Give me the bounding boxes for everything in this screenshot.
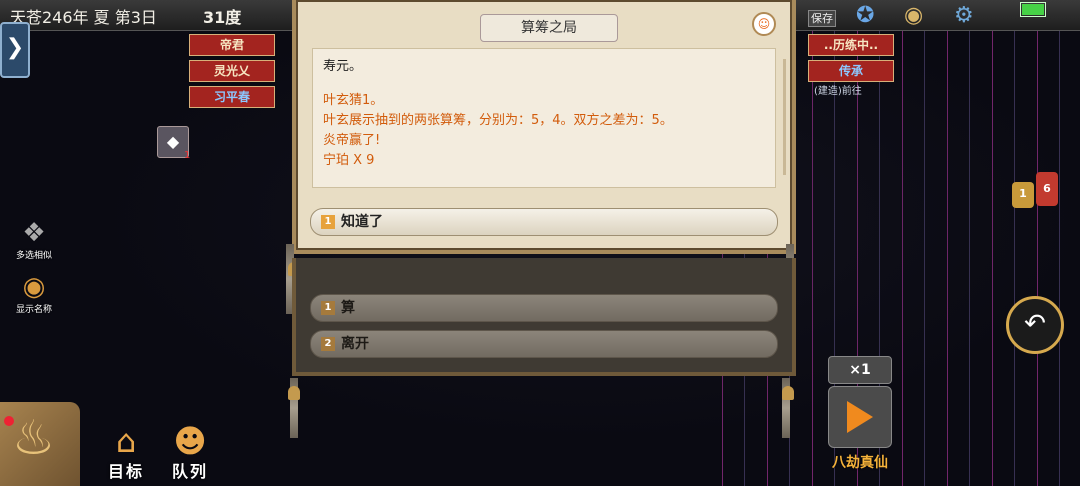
battery-icon <box>1020 2 1046 17</box>
home-icon: ⌂ <box>115 422 137 460</box>
goal-label: 目标 <box>107 462 144 481</box>
chat-count: 6 <box>1043 182 1051 195</box>
save-label: 保存 <box>808 10 836 27</box>
chat-bubble[interactable]: 6 <box>1036 172 1058 206</box>
option-number: 2 <box>321 337 335 351</box>
log-scrollbar[interactable] <box>783 59 786 175</box>
chat-count: 1 <box>1019 187 1027 200</box>
multi-select-button[interactable]: ❖ 多选相似 <box>12 218 56 261</box>
queue-button[interactable]: ☻ 队列 <box>162 424 218 482</box>
temperature: 31度 <box>203 8 242 27</box>
multi-select-label: 多选相似 <box>15 251 52 261</box>
left-expand-tab[interactable]: ❯ <box>0 22 30 78</box>
build-link[interactable]: (建造)前往 <box>814 82 862 97</box>
npc-tag[interactable]: 习平春 <box>189 86 275 108</box>
gourd-inventory-button[interactable]: ♨ <box>0 402 80 486</box>
play-icon <box>847 401 873 433</box>
play-button[interactable] <box>828 386 892 448</box>
gourd-icon: ♨ <box>12 410 56 466</box>
log-line: 叶玄展示抽到的两张算筹，分别为：5，4。双方之差为：5。 <box>323 113 673 128</box>
show-names-label: 显示名称 <box>15 305 52 315</box>
log-line: 宁珀 X 9 <box>323 153 375 168</box>
game-dialog: 算筹之局 ☺ 寿元。 叶玄猜1。 叶玄展示抽到的两张算筹，分别为：5，4。双方之… <box>292 0 796 254</box>
bell-icon <box>288 386 300 400</box>
speed-multiplier[interactable]: ×1 <box>828 356 892 384</box>
option-label: 离开 <box>341 336 369 352</box>
confirm-option[interactable]: 1 知道了 <box>310 208 778 236</box>
eye-icon: ◉ <box>22 272 46 302</box>
training-tag[interactable]: ..历练中.. <box>808 34 894 56</box>
log-spacer <box>323 77 765 91</box>
option-label: 算 <box>341 300 355 316</box>
choice-panel: 1算 2 离开 <box>292 258 796 376</box>
log-line: 叶玄猜1。 <box>323 93 384 108</box>
calculate-option[interactable]: 1算 <box>310 294 778 322</box>
return-arrow-icon[interactable]: ↶ <box>1006 296 1064 354</box>
palette-icon[interactable]: ◉ <box>904 2 923 30</box>
chat-bubble[interactable]: 1 <box>1012 182 1034 208</box>
people-icon: ☻ <box>173 422 207 460</box>
goal-button[interactable]: ⌂ 目标 <box>98 424 154 482</box>
item-count: 1 <box>184 150 191 161</box>
show-names-button[interactable]: ◉ 显示名称 <box>12 272 56 315</box>
play-caption: 八劫真仙 <box>832 455 888 471</box>
option-label: 知道了 <box>341 214 383 230</box>
dialog-title: 算筹之局 <box>480 14 618 42</box>
layers-icon: ❖ <box>22 218 46 248</box>
ore-icon: ◆ <box>166 132 180 151</box>
item-slot[interactable]: ◆ 1 <box>157 126 190 161</box>
person-icon[interactable]: ☺ <box>752 12 776 36</box>
npc-tag[interactable]: 灵光乂 <box>189 60 275 82</box>
option-number: 1 <box>321 215 335 229</box>
leave-option[interactable]: 2 离开 <box>310 330 778 358</box>
bell-icon <box>782 386 794 400</box>
compass-icon[interactable]: ✪ <box>856 2 874 30</box>
save-button[interactable]: 保存 <box>808 2 838 30</box>
game-date: 天苍246年 夏 第3日 <box>10 8 157 27</box>
npc-tag[interactable]: 帝君 <box>189 34 275 56</box>
message-log[interactable]: 寿元。 叶玄猜1。 叶玄展示抽到的两张算筹，分别为：5，4。双方之差为：5。 炎… <box>312 48 786 188</box>
option-number: 1 <box>321 301 335 315</box>
inherit-tag[interactable]: 传承 <box>808 60 894 82</box>
gear-icon[interactable]: ⚙ <box>954 2 974 30</box>
log-line: 炎帝赢了! <box>323 133 381 148</box>
log-line: 寿元。 <box>323 59 363 74</box>
queue-label: 队列 <box>171 462 208 481</box>
